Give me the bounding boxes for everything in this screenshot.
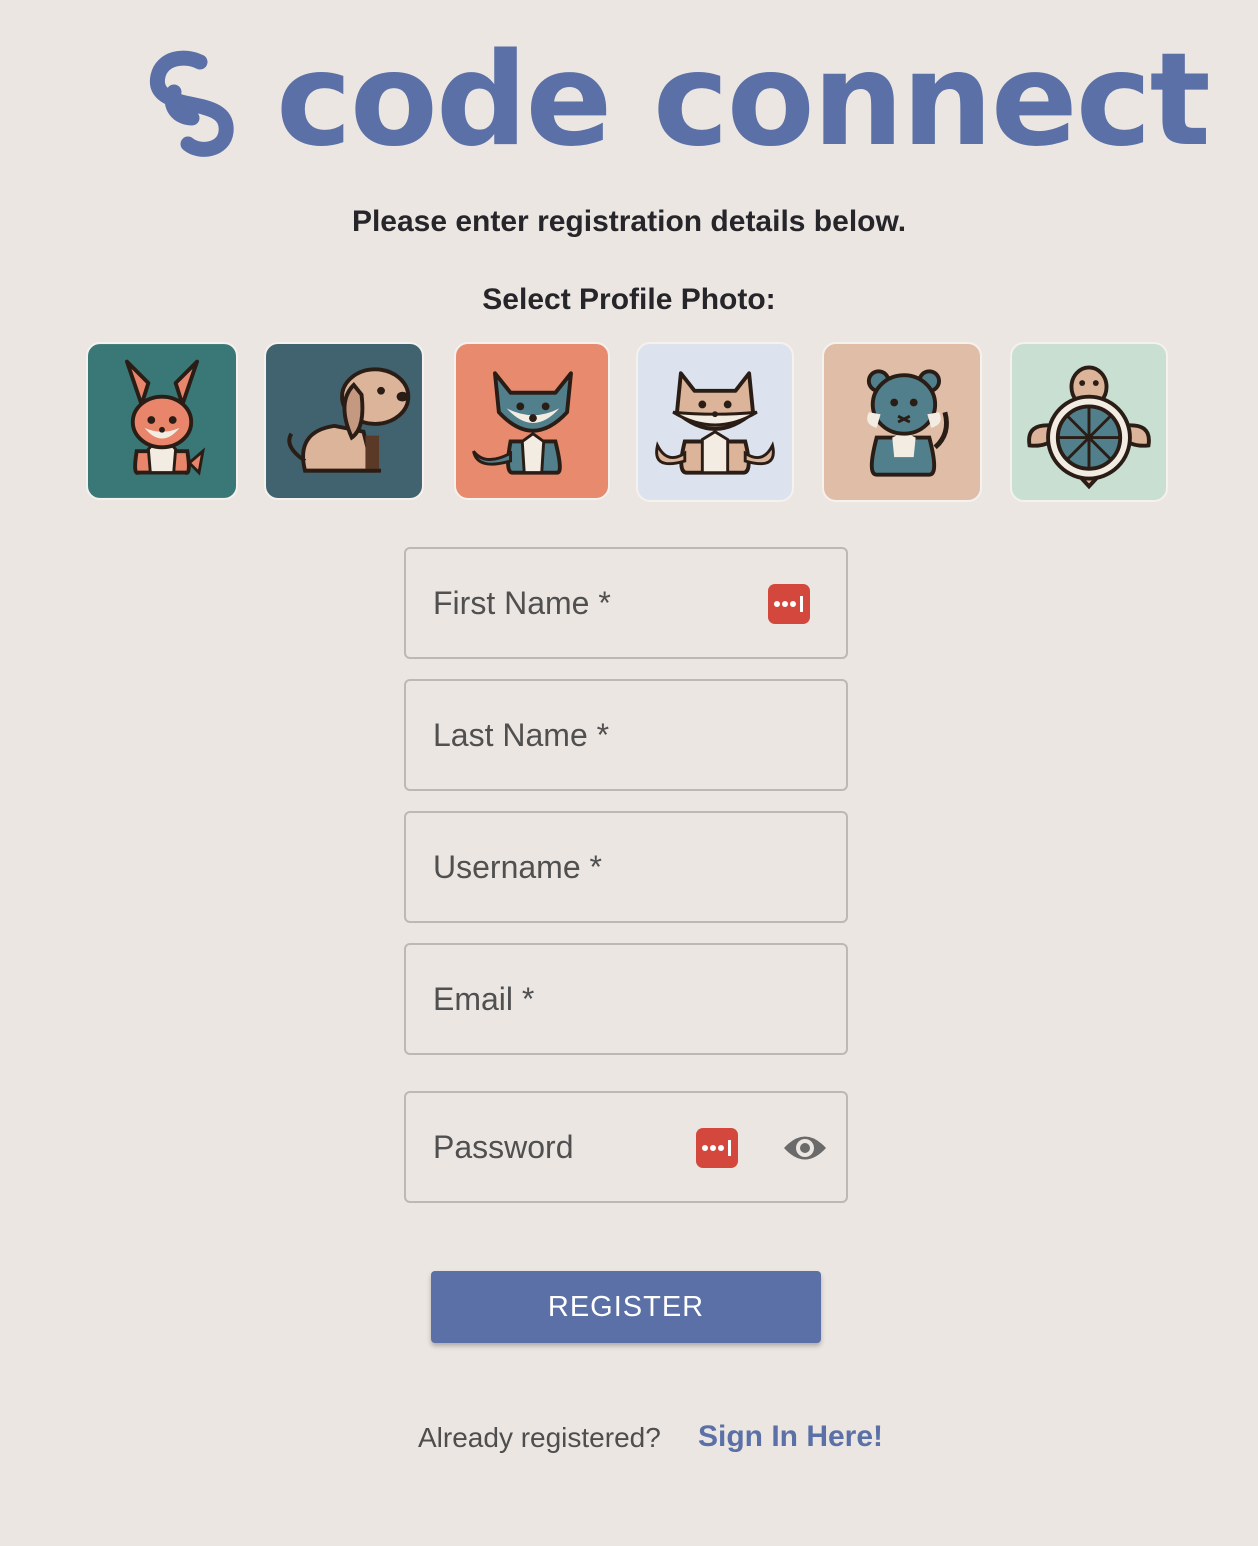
username-label: Username * xyxy=(433,849,602,885)
avatar-option-wolf[interactable] xyxy=(454,342,610,500)
dog-icon xyxy=(266,344,422,498)
avatar-picker xyxy=(0,342,1258,504)
avatar-option-rabbit[interactable] xyxy=(86,342,238,500)
registration-page: code connect Please enter registration d… xyxy=(0,0,1258,1546)
profile-photo-heading: Select Profile Photo: xyxy=(482,283,776,316)
already-registered-text: Already registered? xyxy=(418,1422,661,1453)
signin-prompt: Already registered? Sign In Here! xyxy=(0,1418,1258,1458)
first-name-field[interactable]: First Name * xyxy=(404,547,848,659)
first-name-label: First Name * xyxy=(433,585,611,621)
avatar-option-fox[interactable] xyxy=(636,342,794,502)
logo: code connect xyxy=(148,25,1211,175)
eye-icon[interactable] xyxy=(782,1131,828,1165)
avatar-option-dog[interactable] xyxy=(264,342,424,500)
fox-icon xyxy=(638,344,792,500)
brand-name: code connect xyxy=(276,25,1211,175)
password-field[interactable]: Password xyxy=(404,1091,848,1203)
password-manager-icon[interactable] xyxy=(768,584,810,624)
register-button[interactable]: REGISTER xyxy=(431,1271,821,1343)
avatar-option-turtle[interactable] xyxy=(1010,342,1168,502)
password-label: Password xyxy=(433,1129,574,1165)
instructions-heading: Please enter registration details below. xyxy=(351,205,907,238)
turtle-icon xyxy=(1012,344,1166,500)
password-manager-icon[interactable] xyxy=(696,1128,738,1168)
wolf-icon xyxy=(456,344,608,498)
last-name-field[interactable]: Last Name * xyxy=(404,679,848,791)
logo-link-icon xyxy=(149,50,234,157)
email-label: Email * xyxy=(433,981,535,1017)
last-name-label: Last Name * xyxy=(433,717,610,753)
rabbit-icon xyxy=(88,344,236,498)
username-field[interactable]: Username * xyxy=(404,811,848,923)
avatar-option-bear[interactable] xyxy=(822,342,982,502)
email-field[interactable]: Email * xyxy=(404,943,848,1055)
sign-in-link[interactable]: Sign In Here! xyxy=(698,1420,883,1454)
bear-icon xyxy=(824,344,980,500)
